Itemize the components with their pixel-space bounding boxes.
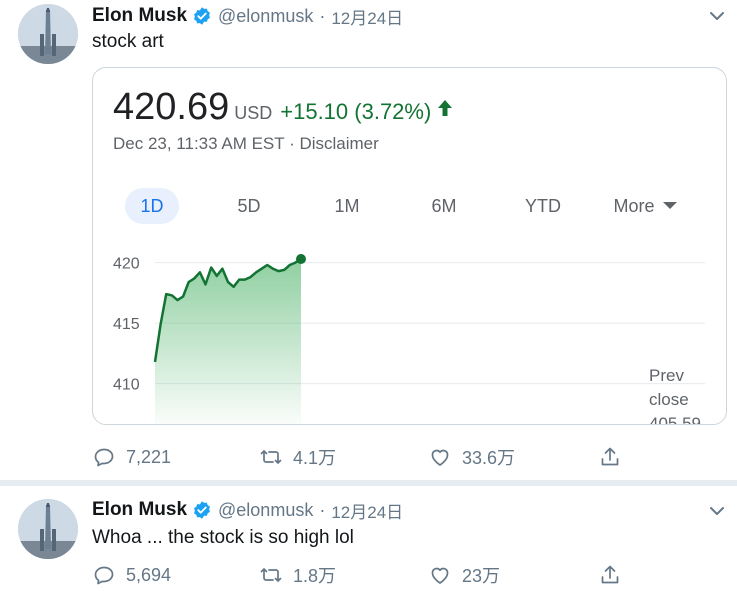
- share-button[interactable]: [598, 562, 632, 588]
- tweet-text: stock art: [92, 31, 164, 52]
- currency-label: USD: [234, 103, 273, 123]
- tab-more-label: More: [613, 196, 655, 216]
- reply-icon: [94, 448, 114, 467]
- retweet-count: 4.1万: [293, 448, 337, 468]
- reply-icon: [94, 566, 114, 585]
- prev-close-line1: Prev: [649, 366, 684, 385]
- author-handle[interactable]: @elonmusk: [218, 6, 313, 27]
- tweet-header: Elon Musk @elonmusk · 12月24日: [92, 4, 403, 28]
- retweet-button[interactable]: 4.1万: [259, 444, 336, 470]
- like-button[interactable]: 33.6万: [428, 444, 515, 470]
- tab-ytd[interactable]: YTD: [513, 188, 573, 224]
- prev-close-label: Prev close 405.59: [649, 364, 709, 425]
- tweet-actions: 7,221 4.1万 33.6万: [92, 444, 632, 470]
- tweet-text: Whoa ... the stock is so high lol: [92, 527, 354, 548]
- tab-6m[interactable]: 6M: [417, 188, 471, 224]
- y-tick-label: 410: [113, 377, 140, 394]
- like-button[interactable]: 23万: [428, 562, 500, 588]
- timestamp-disclaimer: Dec 23, 11:33 AM EST · Disclaimer: [113, 134, 379, 153]
- reply-count: 5,694: [126, 564, 172, 585]
- chevron-down-icon[interactable]: [707, 6, 727, 26]
- separator-dot: ·: [319, 499, 326, 520]
- tweet-date[interactable]: 12月24日: [331, 498, 403, 523]
- chevron-down-icon[interactable]: [707, 501, 727, 521]
- tab-1m[interactable]: 1M: [320, 188, 374, 224]
- reply-button[interactable]: 5,694: [92, 562, 171, 588]
- tab-5d[interactable]: 5D: [223, 188, 275, 224]
- avatar-rocket-image: [18, 499, 78, 559]
- current-price-dot: [296, 253, 306, 264]
- y-tick-label: 420: [113, 256, 140, 273]
- tweet-date[interactable]: 12月24日: [331, 4, 403, 29]
- y-tick-label: 415: [113, 316, 140, 333]
- prev-close-value: 405.59: [649, 414, 701, 425]
- like-count: 33.6万: [462, 448, 516, 468]
- arrow-up-icon: [438, 99, 453, 116]
- retweet-icon: [260, 568, 282, 582]
- tweet[interactable]: Elon Musk @elonmusk · 12月24日 stock art 4…: [0, 0, 737, 483]
- tab-more[interactable]: More: [603, 188, 687, 224]
- like-count: 23万: [462, 566, 501, 586]
- caret-down-icon: [662, 201, 677, 209]
- author-name[interactable]: Elon Musk: [92, 499, 187, 521]
- stock-price: 420.69: [113, 86, 230, 128]
- share-icon: [601, 447, 619, 466]
- reply-count: 7,221: [126, 446, 172, 467]
- prev-close-line2: close: [649, 390, 689, 409]
- tweet-actions: 5,694 1.8万 23万: [92, 562, 632, 588]
- range-tabs: 1D 5D 1M 6M YTD More: [93, 188, 726, 224]
- separator-dot: ·: [319, 5, 326, 26]
- tab-1d[interactable]: 1D: [125, 188, 179, 224]
- verified-badge-icon: [194, 7, 210, 25]
- retweet-count: 1.8万: [293, 566, 337, 586]
- stock-card[interactable]: 420.69 USD +15.10 (3.72%) Dec 23, 11:33 …: [92, 67, 727, 425]
- tweet-header: Elon Musk @elonmusk · 12月24日: [92, 498, 403, 522]
- share-button[interactable]: [598, 444, 632, 470]
- price-chart[interactable]: 420 415 410: [93, 236, 727, 425]
- heart-icon: [431, 449, 449, 466]
- tweet[interactable]: Elon Musk @elonmusk · 12月24日 Whoa ... th…: [0, 485, 737, 591]
- avatar-rocket-image: [18, 4, 78, 64]
- price-change: +15.10 (3.72%): [280, 99, 432, 124]
- retweet-icon: [260, 450, 282, 464]
- author-handle[interactable]: @elonmusk: [218, 500, 313, 521]
- verified-badge-icon: [194, 501, 210, 519]
- author-name[interactable]: Elon Musk: [92, 5, 187, 27]
- avatar[interactable]: [18, 4, 78, 64]
- share-icon: [601, 565, 619, 584]
- price-row: 420.69 USD +15.10 (3.72%): [113, 86, 453, 129]
- retweet-button[interactable]: 1.8万: [259, 562, 336, 588]
- reply-button[interactable]: 7,221: [92, 444, 171, 470]
- avatar[interactable]: [18, 499, 78, 559]
- price-area-fill: [155, 259, 301, 424]
- heart-icon: [431, 567, 449, 584]
